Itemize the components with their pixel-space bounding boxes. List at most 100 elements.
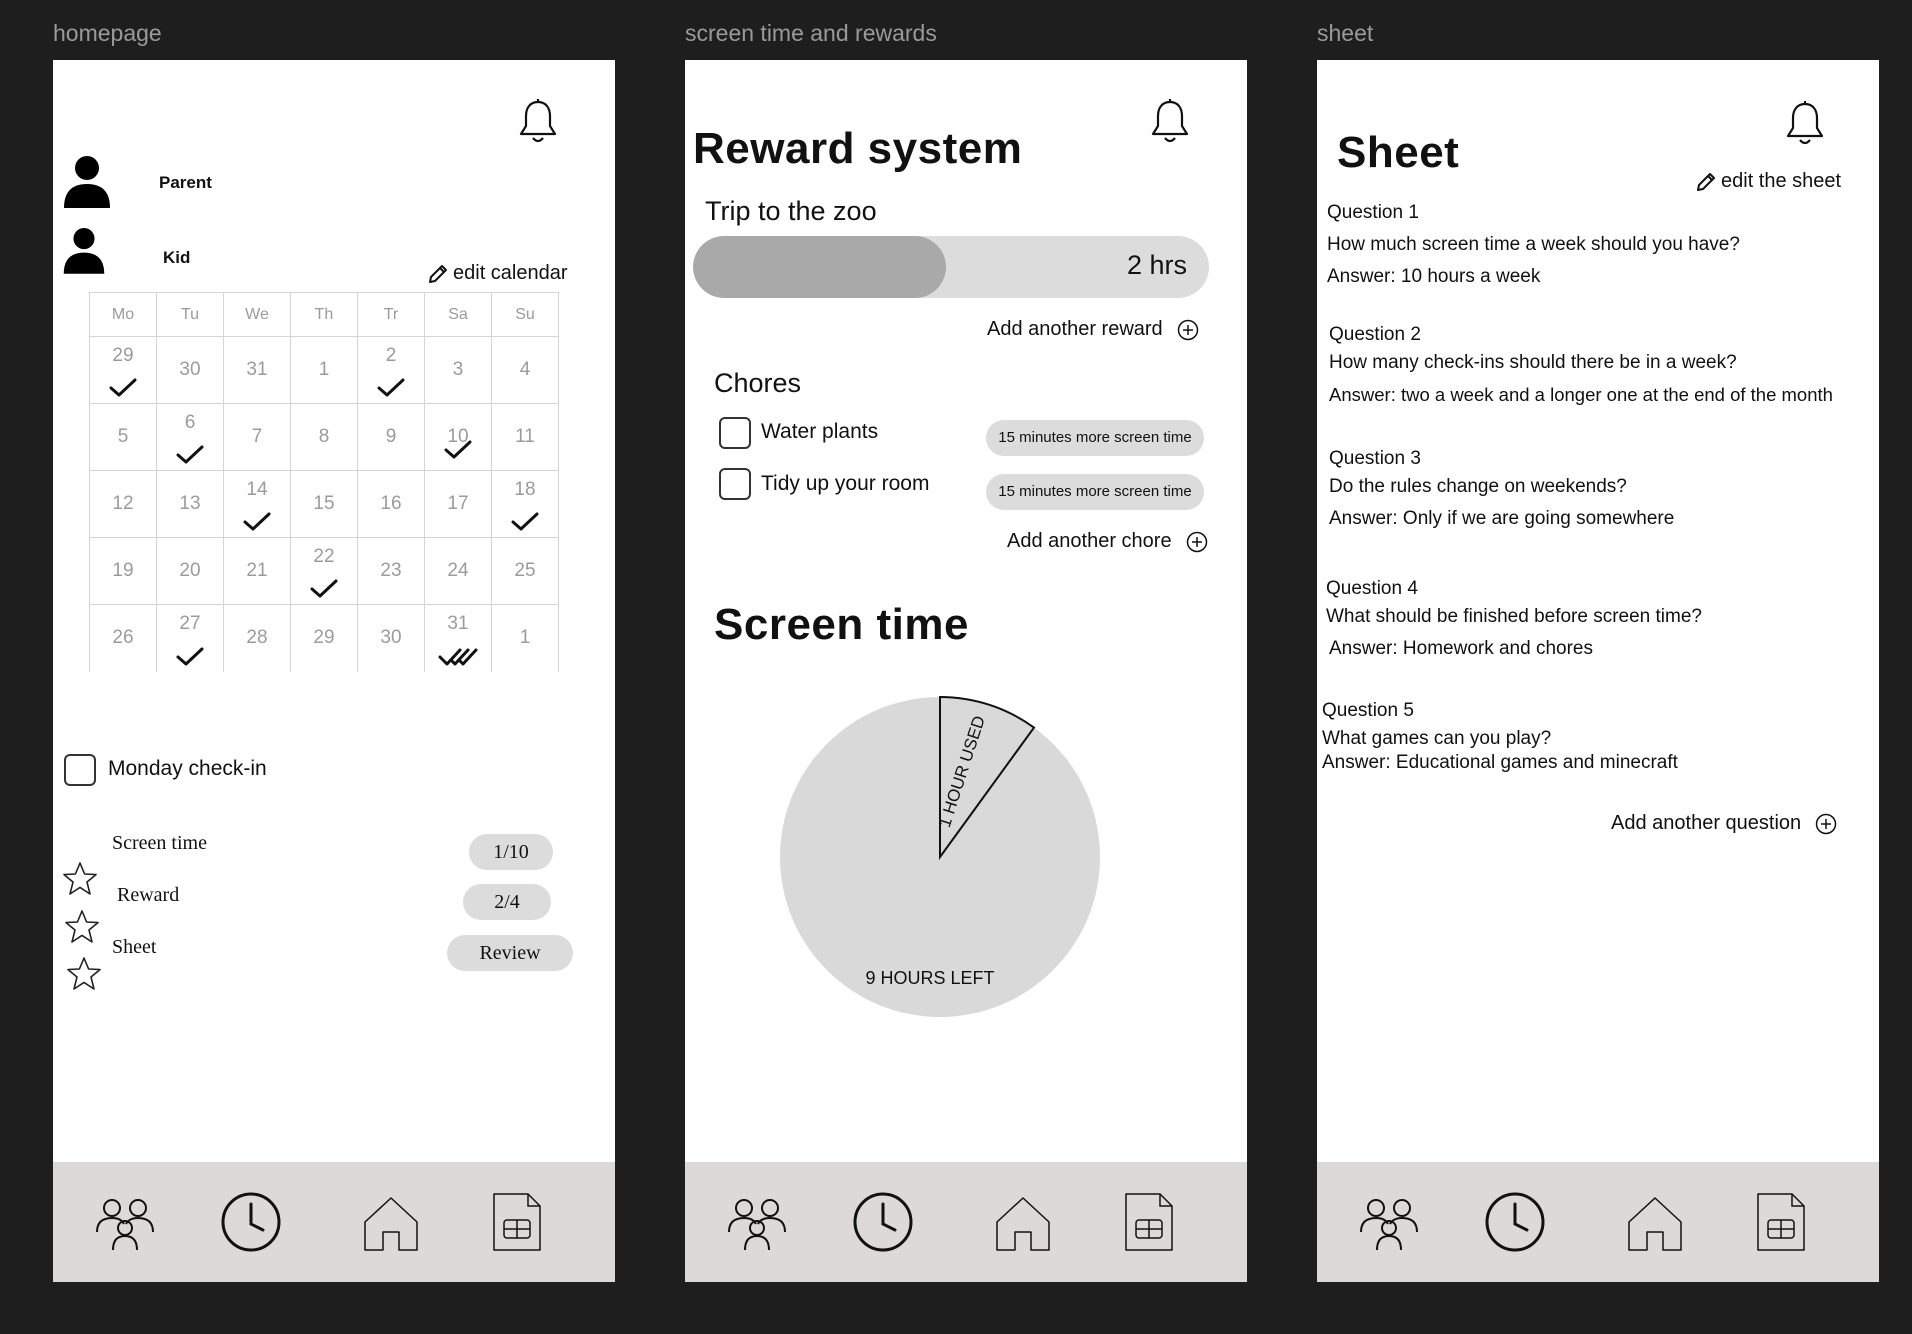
reward-count-badge: 2/4 — [463, 884, 551, 920]
calendar-day[interactable]: 13 — [156, 470, 224, 538]
clock-icon[interactable] — [1483, 1190, 1547, 1254]
add-reward-button[interactable]: Add another reward — [987, 318, 1199, 341]
calendar-day[interactable]: 31 — [424, 604, 492, 672]
star-icon — [62, 861, 98, 897]
monday-checkin-label: Monday check-in — [108, 757, 267, 780]
add-chore-label: Add another chore — [1007, 530, 1172, 552]
reward-label: Reward — [117, 884, 180, 906]
spreadsheet-icon[interactable] — [1116, 1190, 1180, 1254]
spreadsheet-icon[interactable] — [484, 1190, 548, 1254]
calendar-day[interactable]: 2 — [357, 336, 425, 404]
clock-icon[interactable] — [851, 1190, 915, 1254]
calendar-day[interactable]: 22 — [290, 537, 358, 605]
parent-avatar-icon[interactable] — [62, 154, 112, 208]
check-icon — [109, 378, 137, 398]
calendar-day[interactable]: 25 — [491, 537, 559, 605]
calendar-day[interactable]: 17 — [424, 470, 492, 538]
add-question-button[interactable]: Add another question — [1611, 812, 1837, 835]
edit-sheet-link[interactable]: edit the sheet — [1695, 170, 1841, 193]
calendar-day[interactable]: 29 — [89, 336, 157, 404]
bell-icon[interactable] — [518, 98, 558, 144]
calendar-day[interactable]: 24 — [424, 537, 492, 605]
calendar-day[interactable]: 4 — [491, 336, 559, 404]
clock-icon[interactable] — [219, 1190, 283, 1254]
calendar-day[interactable]: 6 — [156, 403, 224, 471]
calendar-day[interactable]: 19 — [89, 537, 157, 605]
parent-label: Parent — [159, 173, 212, 192]
weekday-th: Th — [290, 292, 358, 337]
edit-sheet-label: edit the sheet — [1721, 170, 1842, 192]
add-reward-label: Add another reward — [987, 318, 1163, 340]
homepage-screen: Parent Kid edit calendar Mo Tu We Th Tr … — [53, 60, 615, 1282]
star-icon — [66, 956, 102, 992]
question-text: Do the rules change on weekends? — [1329, 476, 1627, 497]
page-title: Reward system — [693, 124, 1023, 173]
chore-checkbox[interactable] — [719, 417, 751, 449]
chore-label: Tidy up your room — [761, 472, 930, 495]
rewards-screen: Reward system Trip to the zoo 2 hrs Add … — [685, 60, 1247, 1282]
calendar-day[interactable]: 23 — [357, 537, 425, 605]
kid-avatar-icon[interactable] — [62, 223, 106, 277]
calendar-day[interactable]: 28 — [223, 604, 291, 672]
calendar-day[interactable]: 9 — [357, 403, 425, 471]
answer-text: Answer: Educational games and minecraft — [1322, 752, 1678, 773]
spreadsheet-icon[interactable] — [1748, 1190, 1812, 1254]
home-icon[interactable] — [991, 1190, 1055, 1254]
calendar-day[interactable]: 7 — [223, 403, 291, 471]
calendar-day[interactable]: 30 — [156, 336, 224, 404]
calendar-day[interactable]: 14 — [223, 470, 291, 538]
calendar: Mo Tu We Th Tr Sa Su 29 30 31 1 2 3 4 5 … — [89, 292, 559, 672]
question-text: How many check-ins should there be in a … — [1329, 352, 1737, 373]
edit-calendar-link[interactable]: edit calendar — [427, 262, 568, 285]
calendar-day[interactable]: 10 — [424, 403, 492, 471]
calendar-day[interactable]: 29 — [290, 604, 358, 672]
home-icon[interactable] — [1623, 1190, 1687, 1254]
question-label: Question 1 — [1327, 202, 1419, 223]
plus-circle-icon — [1186, 531, 1208, 553]
screen-time-label: Screen time — [112, 832, 207, 854]
calendar-day[interactable]: 8 — [290, 403, 358, 471]
calendar-day[interactable]: 1 — [290, 336, 358, 404]
weekday-mo: Mo — [89, 292, 157, 337]
monday-checkin-checkbox[interactable] — [64, 754, 96, 786]
calendar-day[interactable]: 5 — [89, 403, 157, 471]
family-icon[interactable] — [1357, 1190, 1421, 1254]
frame-label-homepage: homepage — [53, 20, 162, 46]
reward-progress-fill — [693, 236, 946, 298]
family-icon[interactable] — [93, 1190, 157, 1254]
check-icon — [176, 647, 204, 667]
calendar-day[interactable]: 3 — [424, 336, 492, 404]
bottom-nav — [1317, 1162, 1879, 1282]
question-label: Question 3 — [1329, 448, 1421, 469]
weekday-su: Su — [491, 292, 559, 337]
weekday-tr: Tr — [357, 292, 425, 337]
home-icon[interactable] — [359, 1190, 423, 1254]
answer-text: Answer: Homework and chores — [1329, 638, 1593, 659]
bell-icon[interactable] — [1150, 98, 1190, 144]
chore-checkbox[interactable] — [719, 468, 751, 500]
calendar-day[interactable]: 15 — [290, 470, 358, 538]
calendar-day[interactable]: 31 — [223, 336, 291, 404]
calendar-day[interactable]: 12 — [89, 470, 157, 538]
reward-progress-bar: 2 hrs — [693, 236, 1209, 298]
answer-text: Answer: Only if we are going somewhere — [1329, 508, 1675, 529]
question-label: Question 4 — [1326, 578, 1418, 599]
calendar-day[interactable]: 11 — [491, 403, 559, 471]
calendar-day[interactable]: 21 — [223, 537, 291, 605]
check-icon — [444, 440, 472, 460]
calendar-day[interactable]: 1 — [491, 604, 559, 672]
calendar-day[interactable]: 20 — [156, 537, 224, 605]
calendar-day[interactable]: 27 — [156, 604, 224, 672]
bell-icon[interactable] — [1785, 100, 1825, 146]
review-button[interactable]: Review — [447, 935, 573, 971]
weekday-sa: Sa — [424, 292, 492, 337]
family-icon[interactable] — [725, 1190, 789, 1254]
calendar-day[interactable]: 18 — [491, 470, 559, 538]
add-chore-button[interactable]: Add another chore — [1007, 530, 1208, 553]
question-text: How much screen time a week should you h… — [1327, 234, 1740, 255]
calendar-day[interactable]: 30 — [357, 604, 425, 672]
pencil-icon — [1695, 171, 1717, 193]
calendar-day[interactable]: 26 — [89, 604, 157, 672]
check-icon — [310, 579, 338, 599]
calendar-day[interactable]: 16 — [357, 470, 425, 538]
